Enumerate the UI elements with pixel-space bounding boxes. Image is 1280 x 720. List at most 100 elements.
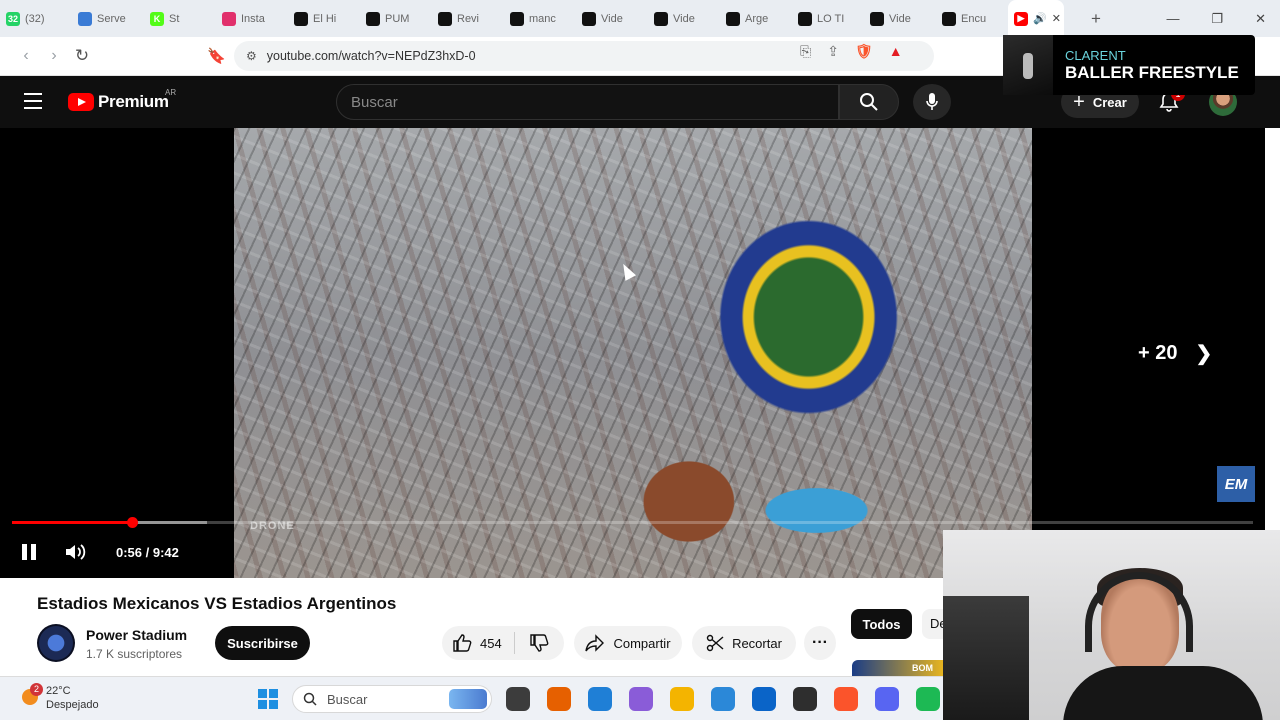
audio-playing-icon[interactable]: 🔊 (1033, 12, 1047, 25)
windows-taskbar: 2 22°C Despejado Buscar (0, 676, 943, 720)
store-icon[interactable] (711, 687, 735, 711)
tab-label: Vide (601, 12, 623, 25)
tab-favicon-icon (510, 11, 524, 26)
channel-watermark[interactable]: EM (1217, 466, 1255, 502)
browser-tab[interactable]: El Hi (288, 0, 360, 37)
tab-favicon-icon (222, 11, 236, 26)
progress-bar[interactable] (12, 517, 1253, 528)
clip-button[interactable]: Recortar (692, 626, 796, 660)
browser-tab[interactable]: manc (504, 0, 576, 37)
skip-label: + 20 (1138, 342, 1178, 364)
file-explorer-icon[interactable] (670, 687, 694, 711)
recommended-thumbnail[interactable]: BOM (852, 660, 943, 676)
tab-youtube-active[interactable]: ▶ 🔊 ✕ (1008, 0, 1064, 37)
pause-button[interactable] (22, 544, 36, 560)
browser-tab[interactable]: Serve (72, 0, 144, 37)
search-icon (303, 692, 317, 706)
tab-favicon-icon: 32 (6, 11, 20, 26)
site-settings-icon[interactable]: ⚙ (246, 49, 257, 63)
tab-label: (32) (25, 12, 45, 25)
new-tab-button[interactable]: + (1082, 9, 1110, 29)
brave-shields-icon[interactable]: 🛡 (855, 43, 873, 60)
browser-tab[interactable]: 32 (32) (0, 0, 72, 37)
browser-tab[interactable]: Revi (432, 0, 504, 37)
mouse-cursor-icon (617, 261, 637, 281)
thumbs-up-icon[interactable] (452, 633, 472, 653)
tab-list: 32 (32) Serve K St Insta El Hi PUM Revi manc Vide V… (0, 0, 1008, 37)
tab-favicon-icon: K (150, 11, 164, 26)
browser-tab[interactable]: PUM (360, 0, 432, 37)
brave-rewards-icon[interactable]: ▲ (889, 43, 903, 60)
like-count[interactable]: 454 (480, 636, 502, 651)
browser-tab[interactable]: Vide (576, 0, 648, 37)
browser-tab[interactable]: K St (144, 0, 216, 37)
forward-icon[interactable]: › (40, 47, 68, 65)
tab-favicon-icon (654, 11, 668, 26)
edge-icon[interactable] (588, 687, 612, 711)
channel-avatar[interactable] (37, 624, 75, 662)
cast-icon[interactable]: ⎘ (800, 43, 811, 60)
browser-tab[interactable]: LO TI (792, 0, 864, 37)
progress-scrubber[interactable] (127, 517, 139, 528)
notes-icon[interactable] (793, 687, 817, 711)
share-button[interactable]: Compartir (574, 626, 682, 660)
share-page-icon[interactable]: ⇪ (827, 43, 839, 60)
restore-icon[interactable]: ❐ (1211, 11, 1223, 27)
bookmark-icon[interactable]: 🔖 (207, 47, 226, 65)
back-icon[interactable]: ‹ (12, 47, 40, 65)
like-dislike-group: 454 (442, 626, 564, 660)
tab-label: Insta (241, 12, 265, 25)
video-player[interactable]: DRONE + 20 ❯ EM 0:56 / 9:42 (0, 128, 1265, 578)
weather-condition: Despejado (46, 699, 99, 711)
minimize-icon[interactable]: — (1166, 11, 1179, 27)
subscribe-button[interactable]: Suscribirse (215, 626, 310, 660)
tab-label: Revi (457, 12, 480, 25)
person-body (1063, 666, 1263, 720)
voice-search-button[interactable] (913, 84, 951, 120)
progress-fill (12, 521, 133, 524)
notifications-button[interactable]: 1 (1158, 87, 1185, 118)
search-icon (860, 93, 878, 111)
task-view-icon[interactable] (506, 687, 530, 711)
tab-favicon-icon (798, 11, 812, 26)
search-input[interactable]: Buscar (336, 84, 839, 120)
thumbs-down-icon[interactable] (529, 633, 549, 653)
skip-forward-button[interactable]: + 20 ❯ (1138, 341, 1212, 366)
share-label: Compartir (613, 635, 671, 651)
copilot-icon[interactable] (629, 687, 653, 711)
outlook-icon[interactable] (752, 687, 776, 711)
browser-tab[interactable]: Arge (720, 0, 792, 37)
channel-name[interactable]: Power Stadium (86, 627, 187, 643)
chip-all[interactable]: Todos (851, 609, 912, 639)
webcam-overlay (943, 530, 1280, 720)
url-text[interactable]: youtube.com/watch?v=NEPdZ3hxD-0 (267, 49, 476, 63)
album-art (1003, 35, 1053, 95)
start-button[interactable] (258, 689, 278, 709)
browser-tab[interactable]: Insta (216, 0, 288, 37)
search-button[interactable] (839, 84, 899, 120)
logo-text: Premium (98, 92, 169, 111)
chip-next[interactable]: De (922, 609, 943, 639)
menu-icon[interactable] (24, 93, 42, 114)
tab-label: Arge (745, 12, 769, 25)
share-icon (585, 634, 605, 652)
reload-icon[interactable]: ↻ (68, 46, 96, 66)
firefox-icon[interactable] (547, 687, 571, 711)
spotify-icon[interactable] (916, 687, 940, 711)
discord-icon[interactable] (875, 687, 899, 711)
video-frame[interactable]: DRONE (234, 128, 1032, 578)
youtube-premium-logo[interactable]: Premium AR (68, 88, 176, 112)
close-tab-icon[interactable]: ✕ (1052, 12, 1061, 25)
close-window-icon[interactable]: ✕ (1255, 11, 1266, 27)
weather-temperature: 22°C (46, 685, 71, 697)
browser-tab[interactable]: Vide (864, 0, 936, 37)
taskbar-search[interactable]: Buscar (292, 685, 492, 713)
taskbar-search-placeholder: Buscar (327, 691, 368, 707)
browser-tab[interactable]: Encu (936, 0, 1008, 37)
browser-tab[interactable]: Vide (648, 0, 720, 37)
brave-icon[interactable] (834, 687, 858, 711)
volume-icon[interactable] (64, 542, 88, 562)
more-actions-button[interactable]: ··· (804, 626, 836, 660)
tab-label: Vide (889, 12, 911, 25)
divider (513, 632, 515, 654)
